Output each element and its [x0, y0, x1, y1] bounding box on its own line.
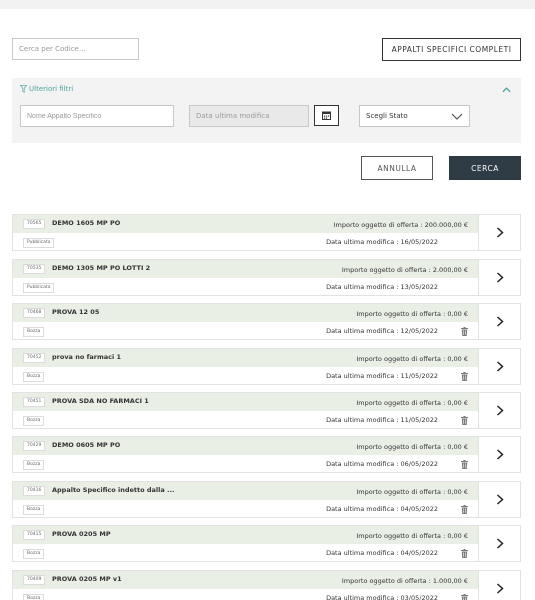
more-filters-toggle[interactable]: Ulteriori filtri — [20, 85, 73, 93]
tender-card[interactable]: 70468 PROVA 12 05 Importo oggetto di offer… — [12, 303, 521, 340]
tender-title: PROVA 12 05 — [52, 308, 100, 316]
last-modified-date: Data ultima modifica : 12/05/2022 — [326, 327, 438, 335]
last-modified-date: Data ultima modifica : 04/05/2022 — [326, 549, 438, 557]
chevron-right-icon — [496, 316, 504, 327]
chevron-down-icon — [451, 113, 463, 120]
open-detail-button[interactable] — [478, 393, 520, 428]
state-select[interactable]: Scegli Stato — [359, 105, 470, 127]
state-select-label: Scegli Stato — [366, 112, 408, 120]
tender-code: 70416 — [23, 486, 46, 496]
tender-title: Appalto Specifico indetto dalla ... — [52, 486, 175, 494]
last-modified-date: Data ultima modifica : 11/05/2022 — [326, 372, 438, 380]
tender-code: 70429 — [23, 441, 46, 451]
status-badge: Bozza — [23, 460, 45, 470]
search-by-code-input[interactable] — [12, 38, 139, 60]
trash-icon[interactable] — [461, 594, 468, 600]
open-detail-button[interactable] — [478, 304, 520, 339]
tender-title: DEMO 0605 MP PO — [52, 441, 121, 449]
tender-code: 70415 — [23, 530, 46, 540]
trash-icon[interactable] — [461, 372, 468, 381]
trash-icon[interactable] — [461, 460, 468, 469]
more-filters-label: Ulteriori filtri — [29, 85, 74, 93]
status-badge: Bozza — [23, 505, 45, 515]
open-detail-button[interactable] — [478, 260, 520, 295]
calendar-button[interactable] — [314, 105, 339, 126]
open-detail-button[interactable] — [478, 526, 520, 561]
tender-card[interactable]: 70452 prova no farmaci 1 Importo oggetto d… — [12, 348, 521, 385]
status-badge: Bozza — [23, 372, 45, 382]
chevron-right-icon — [496, 538, 504, 549]
tender-card[interactable]: 70415 PROVA 0205 MP Importo oggetto di off… — [12, 525, 521, 562]
last-modified-date: Data ultima modifica : 06/05/2022 — [326, 460, 438, 468]
tender-card[interactable]: 70416 Appalto Specifico indetto dalla ...… — [12, 481, 521, 518]
open-detail-button[interactable] — [478, 437, 520, 472]
offer-amount: Importo oggetto di offerta : 0,00 € — [356, 399, 468, 407]
status-badge: Pubblicata — [23, 283, 55, 293]
filters-panel: Ulteriori filtri Data ultima modifica Sc… — [12, 78, 521, 143]
chevron-right-icon — [496, 227, 504, 238]
last-modified-date: Data ultima modifica : 03/05/2022 — [326, 594, 438, 600]
filter-icon — [20, 85, 27, 93]
last-modified-date: Data ultima modifica : 13/05/2022 — [326, 283, 438, 291]
offer-amount: Importo oggetto di offerta : 0,00 € — [356, 310, 468, 318]
chevron-up-icon[interactable] — [502, 86, 511, 93]
offer-amount: Importo oggetto di offerta : 0,00 € — [356, 532, 468, 540]
status-badge: Bozza — [23, 594, 45, 600]
trash-icon[interactable] — [461, 327, 468, 336]
tender-title: prova no farmaci 1 — [52, 353, 122, 361]
open-detail-button[interactable] — [478, 571, 520, 600]
tender-card[interactable]: 70535 DEMO 1305 MP PO LOTTI 2 Importo ogge… — [12, 259, 521, 296]
chevron-right-icon — [496, 494, 504, 505]
tender-title: PROVA 0205 MP — [52, 530, 111, 538]
open-detail-button[interactable] — [478, 482, 520, 517]
tender-code: 70409 — [23, 575, 46, 585]
open-detail-button[interactable] — [478, 349, 520, 384]
last-modified-date: Data ultima modifica : 16/05/2022 — [326, 238, 438, 246]
top-strip — [0, 0, 535, 9]
tender-title: PROVA SDA NO FARMACI 1 — [52, 397, 149, 405]
offer-amount: Importo oggetto di offerta : 0,00 € — [356, 443, 468, 451]
status-badge: Pubblicata — [23, 238, 55, 248]
tender-card[interactable]: 70409 PROVA 0205 MP v1 Importo oggetto di … — [12, 570, 521, 600]
tender-code: 70535 — [23, 264, 46, 274]
last-modified-date: Data ultima modifica : 11/05/2022 — [326, 416, 438, 424]
chevron-right-icon — [496, 583, 504, 594]
open-detail-button[interactable] — [478, 215, 520, 250]
calendar-icon — [322, 111, 331, 120]
chevron-right-icon — [496, 405, 504, 416]
offer-amount: Importo oggetto di offerta : 0,00 € — [356, 488, 468, 496]
trash-icon[interactable] — [461, 505, 468, 514]
completed-specific-tenders-button[interactable]: APPALTI SPECIFICI COMPLETI — [382, 38, 521, 61]
status-badge: Bozza — [23, 549, 45, 559]
last-modified-date: Data ultima modifica : 04/05/2022 — [326, 505, 438, 513]
trash-icon[interactable] — [461, 416, 468, 425]
specific-tender-name-input[interactable] — [20, 105, 174, 127]
tender-code: 70565 — [23, 219, 46, 229]
offer-amount: Importo oggetto di offerta : 2.000,00 € — [341, 266, 468, 274]
chevron-right-icon — [496, 449, 504, 460]
tender-card[interactable]: 70429 DEMO 0605 MP PO Importo oggetto di o… — [12, 436, 521, 473]
offer-amount: Importo oggetto di offerta : 200.000,00 … — [333, 221, 468, 229]
last-modified-date-field[interactable]: Data ultima modifica — [189, 105, 309, 127]
tender-title: PROVA 0205 MP v1 — [52, 575, 122, 583]
tender-card[interactable]: 70565 DEMO 1605 MP PO Importo oggetto di o… — [12, 214, 521, 251]
trash-icon[interactable] — [461, 549, 468, 558]
chevron-right-icon — [496, 361, 504, 372]
status-badge: Bozza — [23, 416, 45, 426]
chevron-right-icon — [496, 272, 504, 283]
tender-title: DEMO 1605 MP PO — [52, 219, 121, 227]
tender-code: 70451 — [23, 397, 46, 407]
search-button[interactable]: CERCA — [449, 156, 521, 180]
tender-title: DEMO 1305 MP PO LOTTI 2 — [52, 264, 151, 272]
offer-amount: Importo oggetto di offerta : 0,00 € — [356, 355, 468, 363]
offer-amount: Importo oggetto di offerta : 1.000,00 € — [341, 577, 468, 585]
status-badge: Bozza — [23, 327, 45, 337]
tender-code: 70468 — [23, 308, 46, 318]
tender-card[interactable]: 70451 PROVA SDA NO FARMACI 1 Importo ogget… — [12, 392, 521, 429]
tender-code: 70452 — [23, 353, 46, 363]
cancel-button[interactable]: ANNULLA — [361, 156, 433, 180]
